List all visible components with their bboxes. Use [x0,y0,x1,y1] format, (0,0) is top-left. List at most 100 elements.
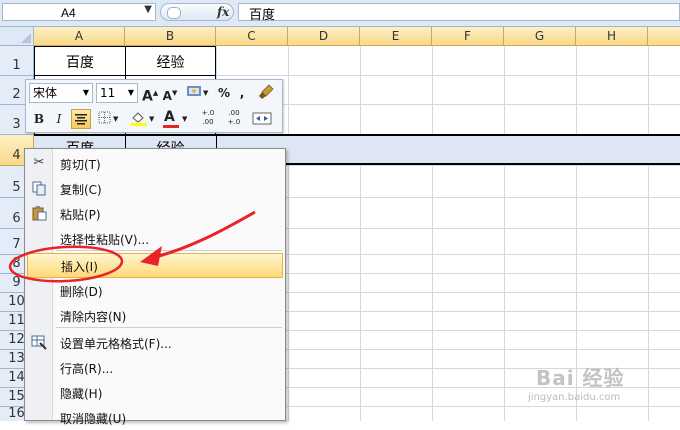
column-header-h[interactable]: H [576,27,648,46]
grid-line [432,46,433,421]
shrink-font-icon: A [162,89,172,103]
column-header-b[interactable]: B [125,27,216,46]
resize-grip-icon[interactable] [167,7,181,19]
row-number: 1 [12,58,21,73]
menu-separator [56,250,282,251]
menu-item-label: 复制(C) [60,183,102,197]
bold-button[interactable]: B [30,109,48,129]
menu-item-label: 清除内容(N) [60,310,127,324]
decrease-decimal-icon: .00 +.0 [227,109,241,126]
scissors-icon: ✂ [33,155,45,170]
menu-item-label: 行高(R)... [60,362,114,376]
shrink-font-button[interactable]: A▼ [162,83,178,103]
copy-icon [31,180,47,196]
menu-item-paste[interactable]: 粘贴(P) [25,201,285,226]
context-menu: ✂ 剪切(T) 复制(C) 粘贴(P) 选择性粘贴(V)... 插入(I) 删除… [24,148,286,426]
column-header-a[interactable]: A [34,27,125,46]
menu-item-row-height[interactable]: 行高(R)... [25,355,285,380]
chevron-down-icon[interactable]: ▼ [144,4,152,15]
column-header-d[interactable]: D [288,27,360,46]
menu-item-label: 选择性粘贴(V)... [60,233,150,247]
menu-item-format-cells[interactable]: 设置单元格格式(F)... [25,330,285,355]
select-all-button[interactable] [0,27,34,46]
column-header-bar: A B C D E F G H [0,27,680,46]
row-header-1[interactable]: 1 [0,46,34,76]
column-header-i[interactable] [648,27,680,46]
name-box-value: A4 [61,6,76,20]
menu-item-delete[interactable]: 删除(D) [25,278,285,303]
comma-style-button[interactable]: , [236,83,248,103]
watermark-brand: Bai 经验 [536,366,625,390]
svg-text:▼: ▼ [149,115,155,123]
font-color-letter: A [164,109,175,125]
increase-decimal-icon: +.0 .00 [201,109,215,126]
menu-item-cut[interactable]: ✂ 剪切(T) [25,151,285,176]
format-painter-button[interactable] [256,83,276,103]
accounting-format-icon: ▼ [187,86,209,97]
chevron-down-icon: ▼ [127,88,134,97]
align-center-icon [75,114,87,125]
mini-toolbar: 宋体 ▼ 11 ▼ A▲ A▼ ▼ % , B I ▼ ▼ A ▼ +.0 .0… [25,79,283,133]
font-name-select[interactable]: 宋体 ▼ [29,83,93,103]
grow-font-icon: A [142,88,153,105]
merge-center-button[interactable] [250,109,274,129]
cell-b1-text: 经验 [156,55,185,71]
cell-b1[interactable]: 经验 [125,46,216,76]
svg-text:▼: ▼ [203,89,209,97]
menu-item-label: 删除(D) [60,285,103,299]
menu-item-label: 插入(I) [61,260,98,274]
column-header-c[interactable]: C [216,27,288,46]
name-box[interactable]: A4 ▼ [2,3,156,21]
font-color-swatch [163,125,179,128]
menu-separator [56,327,282,328]
fill-color-icon: ▼ [131,112,155,126]
formula-input[interactable]: 百度 [238,3,680,23]
decrease-decimal-button[interactable]: .00 +.0 [222,109,246,129]
font-size-value: 11 [100,86,116,100]
cell-a1[interactable]: 百度 [34,46,126,76]
cell-a1-text: 百度 [66,55,94,71]
font-size-select[interactable]: 11 ▼ [96,83,138,103]
formula-bar: A4 ▼ fx 百度 [0,0,680,27]
fill-color-button[interactable]: ▼ [128,109,158,129]
paste-icon [31,205,47,221]
menu-item-clear-contents[interactable]: 清除内容(N) [25,303,285,328]
svg-text:▼: ▼ [113,115,119,123]
chevron-down-icon: ▼ [182,115,188,123]
insert-function-button[interactable]: fx [217,5,229,19]
format-cells-icon [31,334,47,350]
align-center-button[interactable] [71,109,91,129]
borders-icon: ▼ [98,111,119,124]
menu-item-label: 取消隐藏(U) [60,412,127,426]
borders-button[interactable]: ▼ [96,109,122,129]
accounting-format-button[interactable]: ▼ [184,83,212,103]
watermark: Bai 经验 jingyan.baidu.com [514,352,674,412]
chevron-down-icon: ▼ [82,88,89,97]
menu-item-copy[interactable]: 复制(C) [25,176,285,201]
menu-item-hide[interactable]: 隐藏(H) [25,380,285,405]
column-header-e[interactable]: E [360,27,432,46]
menu-item-label: 剪切(T) [60,158,101,172]
menu-item-label: 隐藏(H) [60,387,103,401]
format-painter-icon [259,84,274,99]
increase-decimal-button[interactable]: +.0 .00 [196,109,220,129]
grow-font-button[interactable]: A▲ [142,83,158,105]
merge-center-icon [252,112,272,125]
font-name-value: 宋体 [33,86,58,100]
italic-button[interactable]: I [50,109,68,129]
watermark-url: jingyan.baidu.com [528,392,621,403]
column-header-g[interactable]: G [504,27,576,46]
formula-controls: fx [160,3,234,21]
menu-item-label: 设置单元格格式(F)... [60,337,172,351]
grid-line [504,46,505,421]
grid-line [288,46,289,421]
menu-item-paste-special[interactable]: 选择性粘贴(V)... [25,226,285,251]
grid-line [360,46,361,421]
column-header-f[interactable]: F [432,27,504,46]
menu-item-insert[interactable]: 插入(I) [27,253,283,278]
percent-style-button[interactable]: % [216,83,232,103]
menu-item-unhide[interactable]: 取消隐藏(U) [25,405,285,430]
formula-content: 百度 [249,8,276,23]
menu-item-label: 粘贴(P) [60,208,101,222]
font-color-button[interactable]: A ▼ [162,109,192,129]
